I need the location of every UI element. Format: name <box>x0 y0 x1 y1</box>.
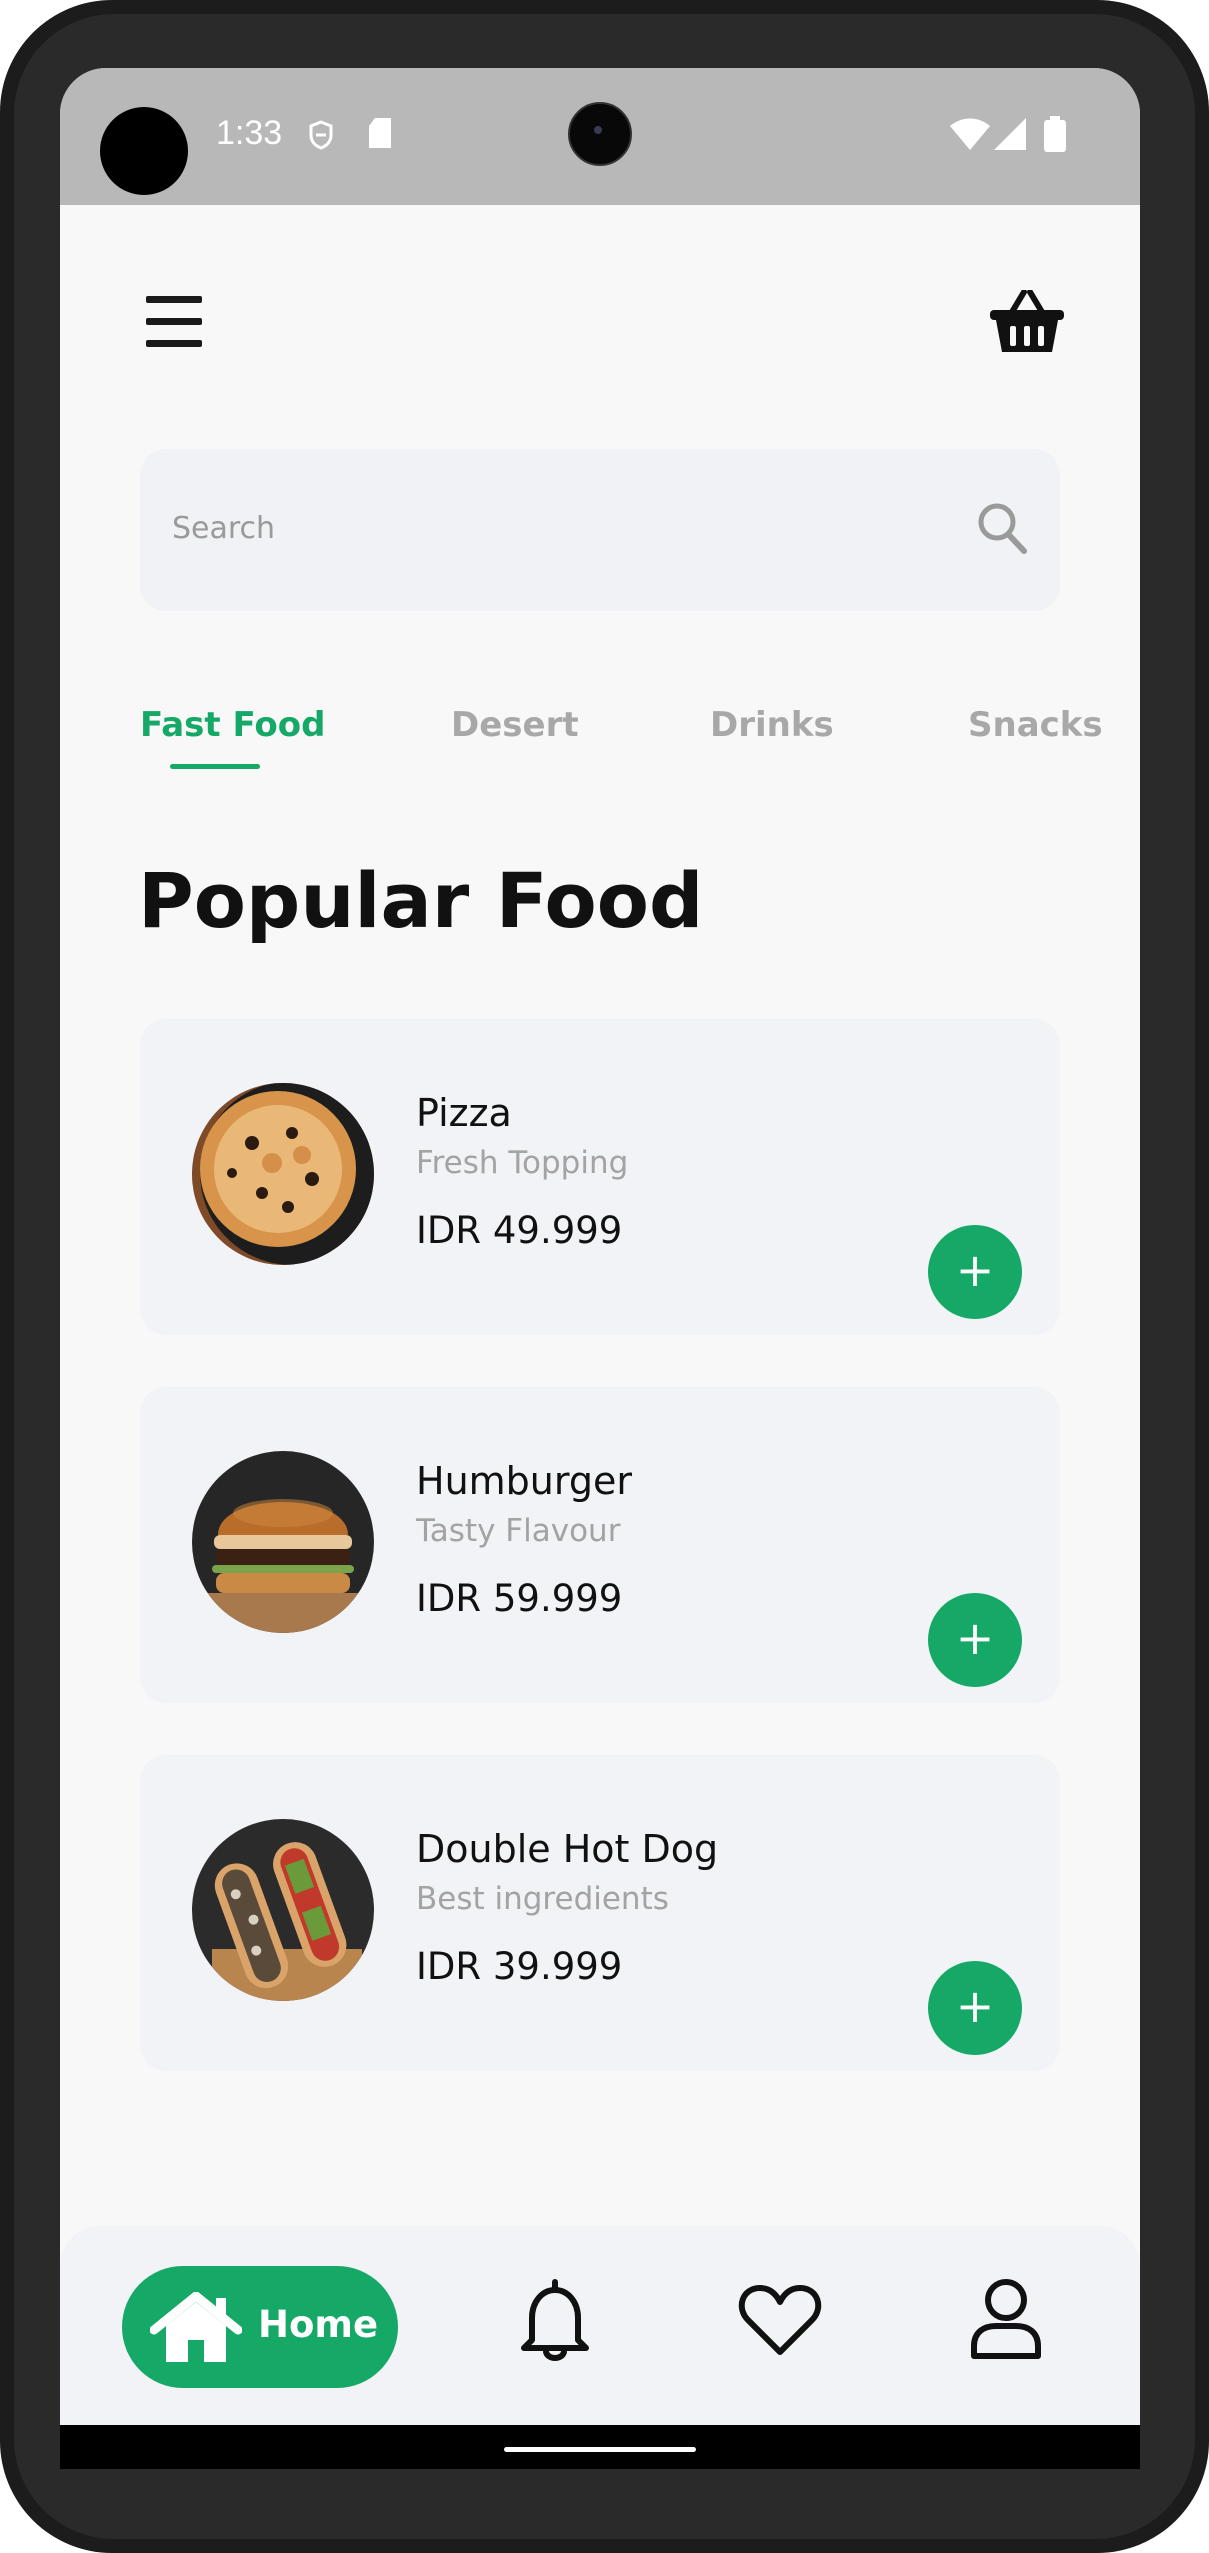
active-tab-indicator <box>170 764 260 769</box>
food-name: Pizza <box>416 1091 512 1135</box>
section-title: Popular Food <box>138 856 704 945</box>
add-to-cart-button[interactable]: + <box>928 1961 1022 2055</box>
add-to-cart-button[interactable]: + <box>928 1225 1022 1319</box>
wifi-icon <box>950 118 990 150</box>
hot-dog-image <box>192 1819 374 2001</box>
food-card-double-hot-dog[interactable]: Double Hot Dog Best ingredients IDR 39.9… <box>140 1755 1060 2071</box>
food-card-pizza[interactable]: Pizza Fresh Topping IDR 49.999 + <box>140 1019 1060 1335</box>
search-icon[interactable] <box>976 501 1028 557</box>
food-name: Double Hot Dog <box>416 1827 719 1871</box>
system-navigation-bar <box>60 2425 1140 2469</box>
status-bar: 1:33 <box>60 68 1140 205</box>
add-to-cart-button[interactable]: + <box>928 1593 1022 1687</box>
volume-button <box>1196 935 1209 1255</box>
home-indicator[interactable] <box>504 2447 696 2452</box>
user-icon[interactable] <box>968 2278 1044 2360</box>
status-time: 1:33 <box>216 114 283 152</box>
tab-snacks[interactable]: Snacks <box>968 705 1103 745</box>
front-camera <box>568 102 632 166</box>
food-card-humburger[interactable]: Humburger Tasty Flavour IDR 59.999 + <box>140 1387 1060 1703</box>
food-subtitle: Fresh Topping <box>416 1145 629 1181</box>
signal-icon <box>994 118 1026 150</box>
menu-icon[interactable] <box>146 296 202 348</box>
tab-desert[interactable]: Desert <box>451 705 579 745</box>
nav-home-label: Home <box>258 2303 379 2346</box>
search-placeholder: Search <box>172 511 276 546</box>
sd-card-icon <box>369 118 391 148</box>
camera-overlay-dot <box>100 107 188 195</box>
search-input[interactable]: Search <box>140 449 1060 611</box>
food-price: IDR 49.999 <box>416 1209 623 1252</box>
food-price: IDR 39.999 <box>416 1945 623 1988</box>
food-price: IDR 59.999 <box>416 1577 623 1620</box>
tab-fast-food[interactable]: Fast Food <box>140 705 325 745</box>
power-button <box>1196 640 1209 800</box>
bell-icon[interactable] <box>518 2278 592 2362</box>
food-subtitle: Best ingredients <box>416 1881 669 1917</box>
app-screen: 1:33 Search Fast Food Desert Drinks Snac… <box>60 68 1140 2469</box>
burger-image <box>192 1451 374 1633</box>
home-icon <box>150 2292 242 2362</box>
nav-home-button[interactable]: Home <box>122 2266 398 2388</box>
basket-icon[interactable] <box>990 290 1064 354</box>
food-name: Humburger <box>416 1459 632 1503</box>
vpn-icon <box>309 120 333 150</box>
heart-icon[interactable] <box>738 2282 822 2358</box>
phone-frame: 1:33 Search Fast Food Desert Drinks Snac… <box>0 0 1209 2553</box>
pizza-image <box>192 1083 374 1265</box>
battery-icon <box>1044 116 1066 152</box>
tab-drinks[interactable]: Drinks <box>710 705 834 745</box>
food-subtitle: Tasty Flavour <box>416 1513 621 1549</box>
